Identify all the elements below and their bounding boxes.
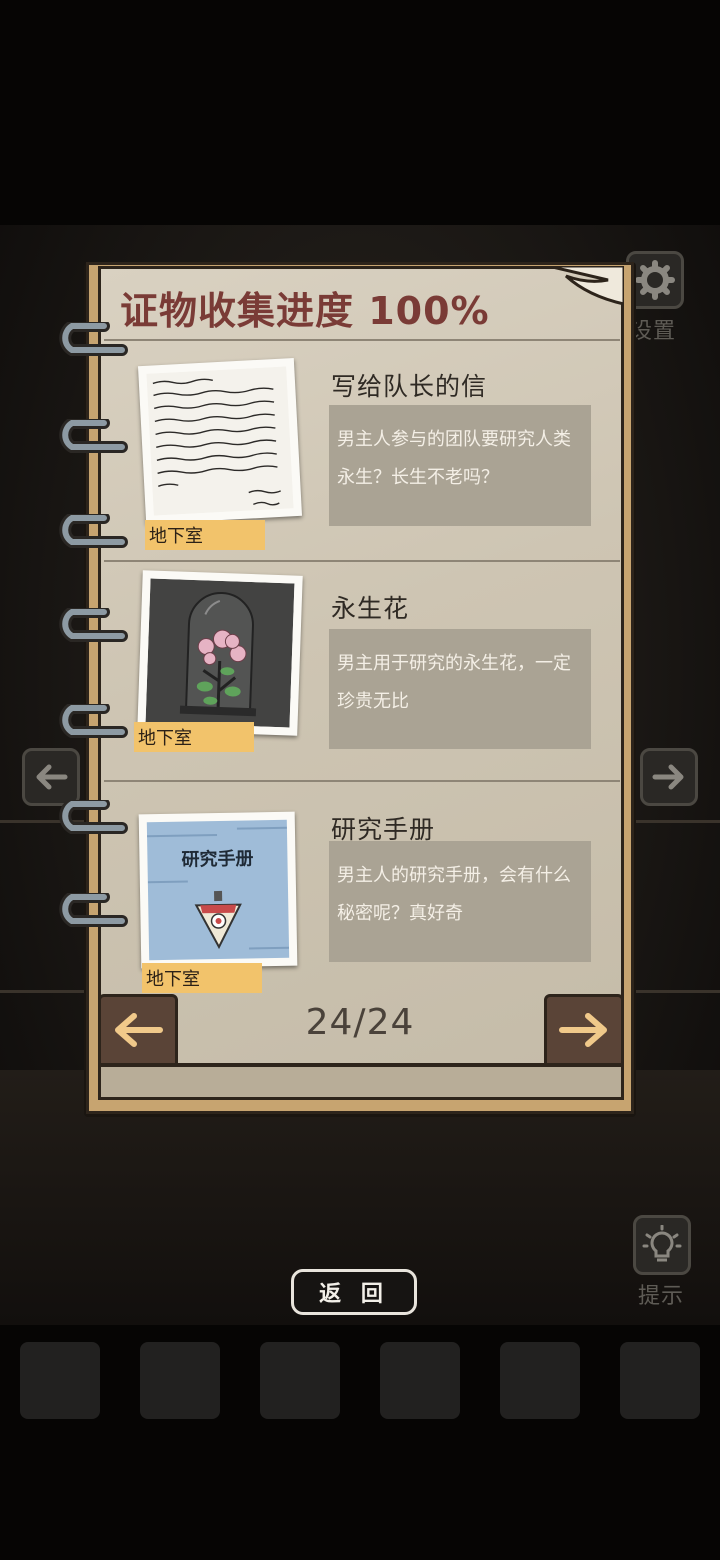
page-corner-curl [548, 266, 624, 306]
background-shelf-right [636, 820, 720, 823]
inventory-slot[interactable] [260, 1342, 340, 1419]
item-description: 男主人参与的团队要研究人类永生？长生不老吗？ [329, 405, 591, 526]
letter-icon [146, 366, 294, 516]
item-thumbnail-notebook[interactable]: 研究手册 [138, 811, 298, 969]
arrow-left-icon [115, 1013, 163, 1047]
location-tag: 地下室 [145, 520, 265, 550]
hint-label: 提示 [638, 1284, 685, 1309]
hint-button[interactable] [633, 1215, 691, 1275]
emblem-icon [147, 826, 290, 950]
inventory-slot[interactable] [20, 1342, 100, 1419]
item-divider [104, 780, 620, 782]
item-description: 男主人的研究手册，会有什么秘密呢？真好奇 [329, 841, 591, 962]
page-indicator: 24/24 [305, 1002, 415, 1043]
binder-ring-icon [59, 893, 128, 927]
scene-left-button[interactable] [22, 748, 80, 806]
background-shelf-low-right [636, 990, 720, 993]
prev-page-button[interactable] [98, 994, 178, 1066]
arrow-left-icon [36, 764, 68, 790]
location-tag: 地下室 [134, 722, 254, 752]
gear-icon [635, 260, 675, 300]
next-page-button[interactable] [544, 994, 624, 1066]
binder-ring-icon [59, 800, 128, 834]
inventory-slot[interactable] [380, 1342, 460, 1419]
item-thumbnail-letter[interactable] [137, 358, 303, 524]
inventory-slot[interactable] [620, 1342, 700, 1419]
page-title: 证物收集进度 100% [120, 289, 490, 333]
glass-dome-flower-icon [145, 578, 295, 728]
binder-ring-icon [59, 322, 128, 356]
inventory-slot[interactable] [140, 1342, 220, 1419]
scene-right-button[interactable] [640, 748, 698, 806]
item-name: 永生花 [331, 594, 410, 623]
binder-ring-icon [59, 419, 128, 453]
arrow-right-icon [559, 1013, 607, 1047]
location-tag: 地下室 [142, 963, 262, 993]
back-button[interactable]: 返 回 [291, 1269, 417, 1315]
binder-ring-icon [59, 608, 128, 642]
settings-label: 设置 [630, 319, 677, 344]
item-thumbnail-flower[interactable] [137, 570, 303, 736]
item-description: 男主用于研究的永生花，一定珍贵无比 [329, 629, 591, 749]
notebook-icon: 研究手册 [146, 819, 290, 961]
binder-ring-icon [59, 514, 128, 548]
binder-ring-icon [59, 704, 128, 738]
item-name: 写给队长的信 [331, 372, 488, 401]
lightbulb-icon [642, 1225, 682, 1262]
notebook-page-edge [98, 1064, 624, 1100]
arrow-right-icon [652, 764, 684, 790]
title-divider [104, 339, 620, 341]
item-divider [104, 560, 620, 562]
inventory-slot[interactable] [500, 1342, 580, 1419]
